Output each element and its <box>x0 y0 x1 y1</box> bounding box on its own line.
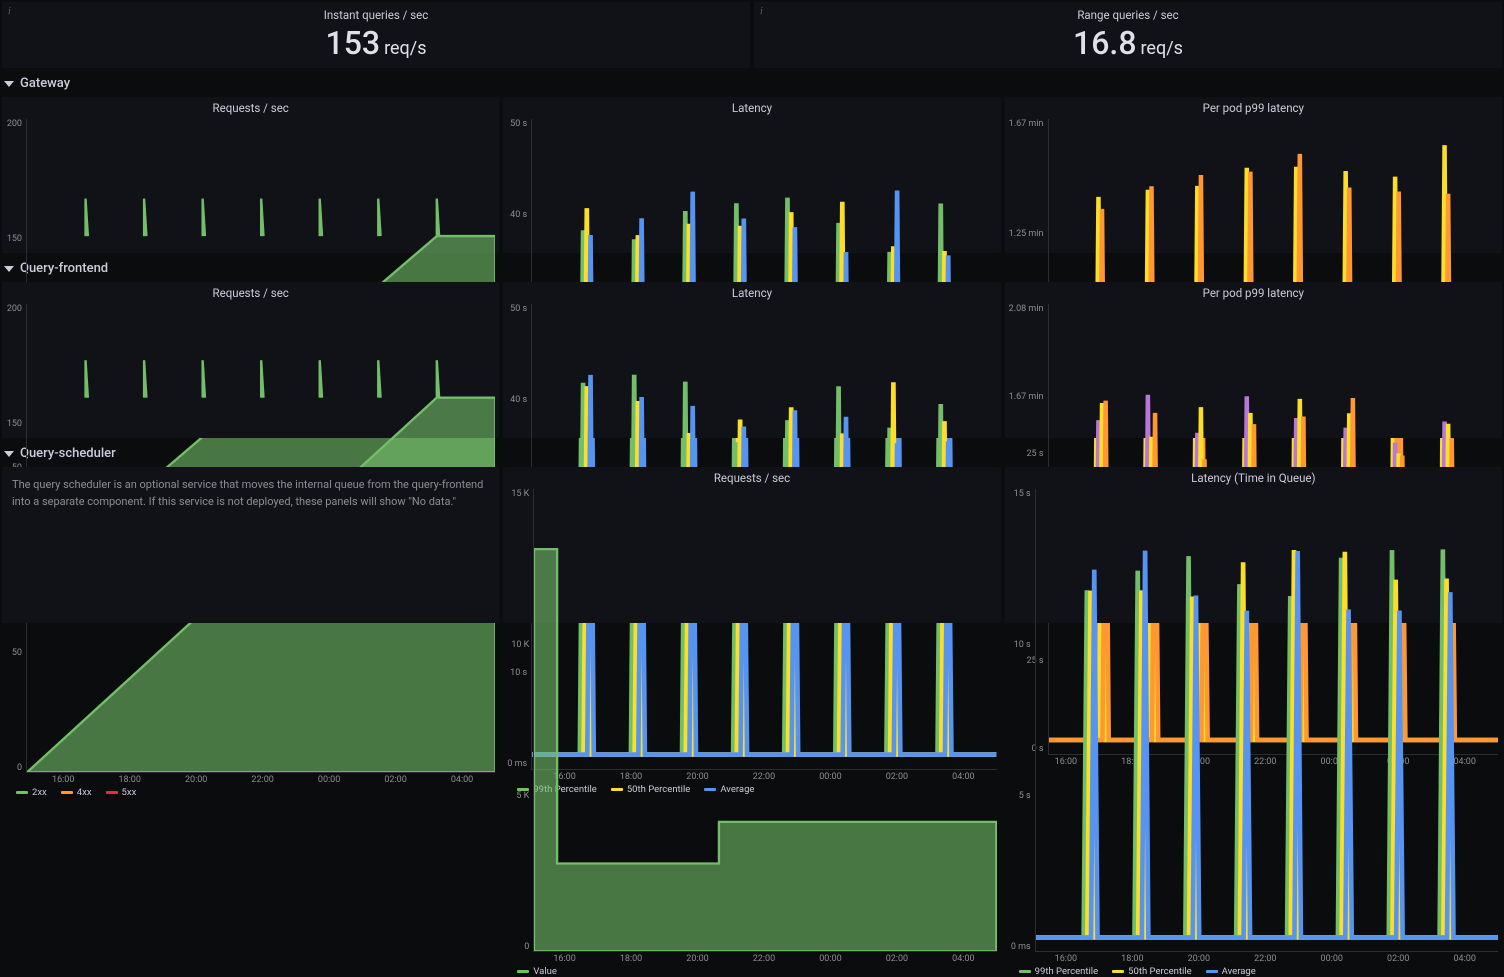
x-axis: 16:0018:0020:0022:0000:0002:0004:00 <box>30 775 495 785</box>
chart-title: Per pod p99 latency <box>1009 101 1498 115</box>
chart-title: Latency <box>507 101 996 115</box>
x-axis: 16:0018:0020:0022:0000:0002:0004:00 <box>531 954 996 964</box>
chart-panel-qs_rps[interactable]: Requests / sec 15 K10 K5 K0 16:0018:0020… <box>503 467 1000 623</box>
section-title: Gateway <box>20 76 70 91</box>
chart-title: Latency (Time in Queue) <box>1009 471 1498 485</box>
chart-plot[interactable] <box>1035 489 1498 952</box>
chart-panel-qf_lat[interactable]: Latency 50 s40 s30 s20 s10 s0 ms 16:0018… <box>503 282 1000 438</box>
chart-panel-gateway_p99[interactable]: Per pod p99 latency 1.67 min1.25 min50 s… <box>1005 97 1502 253</box>
stat-value: 153req/s <box>326 24 427 62</box>
range-queries-stat[interactable]: i Range queries / sec 16.8req/s <box>754 2 1502 68</box>
chart-title: Requests / sec <box>6 101 495 115</box>
y-axis: 15 s10 s5 s0 ms <box>1009 489 1035 952</box>
chart-panel-qs_lat[interactable]: Latency (Time in Queue) 15 s10 s5 s0 ms … <box>1005 467 1502 623</box>
stat-title: Instant queries / sec <box>324 8 429 22</box>
chart-panel-qf_p99[interactable]: Per pod p99 latency 2.08 min1.67 min1.25… <box>1005 282 1502 438</box>
chart-title: Latency <box>507 286 996 300</box>
y-axis: 15 K10 K5 K0 <box>507 489 533 952</box>
legend-item[interactable]: Average <box>1206 966 1256 977</box>
chart-panel-gateway_rps[interactable]: Requests / sec 200150100500 16:0018:0020… <box>2 97 499 253</box>
chart-legend: 99th Percentile 50th Percentile Average <box>1019 966 1498 977</box>
legend-item[interactable]: 5xx <box>106 787 137 798</box>
chart-legend: Value <box>517 966 996 977</box>
chart-legend: 2xx 4xx 5xx <box>16 787 495 798</box>
stat-value: 16.8req/s <box>1073 24 1183 62</box>
legend-item[interactable]: 50th Percentile <box>1112 966 1192 977</box>
chart-panel-qf_rps[interactable]: Requests / sec 200150100500 16:0018:0020… <box>2 282 499 438</box>
info-icon[interactable]: i <box>8 6 11 17</box>
x-axis: 16:0018:0020:0022:0000:0002:0004:00 <box>1033 954 1498 964</box>
chart-title: Requests / sec <box>507 471 996 485</box>
scheduler-description: The query scheduler is an optional servi… <box>2 467 499 623</box>
instant-queries-stat[interactable]: i Instant queries / sec 153req/s <box>2 2 750 68</box>
info-icon[interactable]: i <box>760 6 763 17</box>
chart-panel-gateway_lat[interactable]: Latency 50 s40 s30 s20 s10 s0 ms 16:0018… <box>503 97 1000 253</box>
chevron-down-icon <box>4 81 14 87</box>
section-header-gateway[interactable]: Gateway <box>0 70 1504 95</box>
legend-item[interactable]: 4xx <box>61 787 92 798</box>
chart-title: Per pod p99 latency <box>1009 286 1498 300</box>
legend-item[interactable]: 2xx <box>16 787 47 798</box>
chart-plot[interactable] <box>533 489 996 952</box>
legend-item[interactable]: Value <box>517 966 557 977</box>
legend-item[interactable]: 99th Percentile <box>1019 966 1099 977</box>
stat-title: Range queries / sec <box>1077 8 1178 22</box>
chart-title: Requests / sec <box>6 286 495 300</box>
